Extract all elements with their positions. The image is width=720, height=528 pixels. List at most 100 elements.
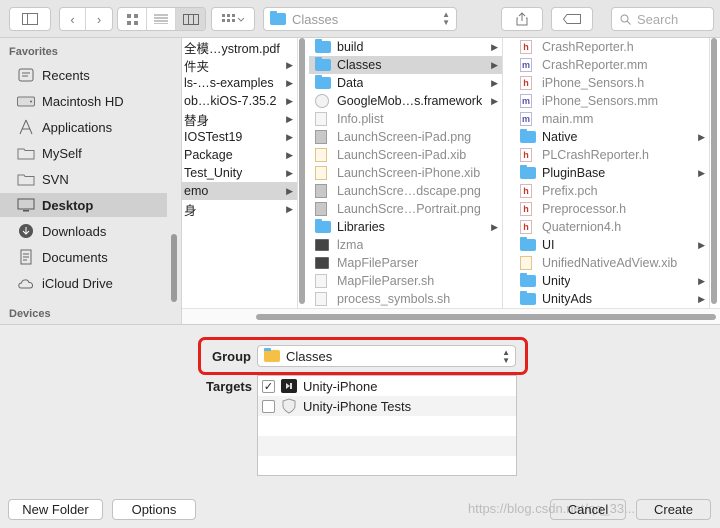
sidebar-item-desktop[interactable]: Desktop	[0, 193, 167, 217]
target-name: Unity-iPhone Tests	[303, 398, 412, 414]
item-name: iPhone_Sensors.h	[542, 76, 645, 90]
list-item[interactable]: h Quaternion4.h	[514, 218, 709, 236]
list-item[interactable]: h PLCrashReporter.h	[514, 146, 709, 164]
target-name: Unity-iPhone	[303, 378, 378, 394]
path-popup[interactable]: Classes ▲ ▼	[263, 7, 457, 31]
list-item[interactable]: Info.plist	[309, 110, 502, 128]
forward-button[interactable]: ›	[86, 8, 112, 30]
list-item[interactable]: Unity ▶	[514, 272, 709, 290]
back-button[interactable]: ‹	[60, 8, 86, 30]
target-row-unity-iphone[interactable]: ✓ Unity-iPhone	[258, 376, 516, 396]
list-item[interactable]: Classes ▶	[309, 56, 502, 74]
list-item[interactable]: Native ▶	[514, 128, 709, 146]
list-item[interactable]: h iPhone_Sensors.h	[514, 74, 709, 92]
sidebar-item-recents[interactable]: Recents	[0, 63, 167, 87]
sidebar-item-applications[interactable]: Applications	[0, 115, 167, 139]
target-empty-row	[258, 416, 516, 436]
horizontal-scrollbar[interactable]	[256, 314, 716, 320]
list-item[interactable]: emo ▶	[182, 182, 297, 200]
options-button[interactable]: Options	[112, 499, 196, 520]
test-target-icon	[281, 398, 297, 414]
list-item[interactable]: 全模…ystrom.pdf	[182, 38, 297, 56]
list-item[interactable]: m iPhone_Sensors.mm	[514, 92, 709, 110]
sidebar-item-macintosh-hd[interactable]: Macintosh HD	[0, 89, 167, 113]
create-button[interactable]: Create	[636, 499, 711, 520]
list-item[interactable]: LaunchScre…dscape.png	[309, 182, 502, 200]
sidebar-item-icloud-drive[interactable]: iCloud Drive	[0, 271, 167, 295]
list-item[interactable]: h Preprocessor.h	[514, 200, 709, 218]
list-item[interactable]: IOSTest19 ▶	[182, 128, 297, 146]
disclosure-arrow-icon: ▶	[286, 185, 293, 196]
list-item[interactable]: UnifiedNativeAdView.xib	[514, 254, 709, 272]
item-name: CrashReporter.mm	[542, 58, 648, 72]
sidebar-scrollbar[interactable]	[171, 234, 177, 302]
sidebar-item-downloads[interactable]: Downloads	[0, 219, 167, 243]
list-item[interactable]: process_symbols.sh	[309, 290, 502, 308]
folder-icon	[520, 291, 536, 306]
share-button[interactable]	[501, 7, 543, 31]
list-item[interactable]: ls-…s-examples ▶	[182, 74, 297, 92]
list-item[interactable]: LaunchScreen-iPad.png	[309, 128, 502, 146]
item-name: 身	[184, 203, 197, 218]
sidebar-item-myself[interactable]: MySelf	[0, 141, 167, 165]
item-name: MapFileParser.sh	[337, 274, 435, 288]
list-item[interactable]: PluginBase ▶	[514, 164, 709, 182]
chevron-left-icon: ‹	[70, 11, 75, 27]
list-item[interactable]: 身 ▶	[182, 200, 297, 218]
list-item[interactable]: LaunchScre…Portrait.png	[309, 200, 502, 218]
target-checkbox-unity-iphone-tests[interactable]	[262, 399, 275, 413]
list-view-button[interactable]	[147, 8, 176, 30]
list-item[interactable]: 替身 ▶	[182, 110, 297, 128]
item-name: Unity	[542, 274, 571, 288]
group-popup[interactable]: Classes ▲ ▼	[257, 345, 516, 367]
list-item[interactable]: MapFileParser	[309, 254, 502, 272]
list-item[interactable]: h CrashReporter.h	[514, 38, 709, 56]
target-checkbox-unity-iphone[interactable]: ✓	[262, 379, 275, 393]
document-icon	[315, 112, 331, 126]
sidebar-icon	[22, 13, 38, 25]
path-popup-label: Classes	[292, 11, 339, 27]
list-item[interactable]: Package ▶	[182, 146, 297, 164]
search-field[interactable]: Search	[611, 7, 714, 31]
target-row-unity-iphone-tests[interactable]: Unity-iPhone Tests	[258, 396, 516, 416]
arrange-button[interactable]	[211, 7, 255, 31]
tags-button[interactable]	[551, 7, 593, 31]
xib-file-icon	[315, 148, 331, 162]
list-item[interactable]: h Prefix.pch	[514, 182, 709, 200]
list-item[interactable]: Libraries ▶	[309, 218, 502, 236]
list-item[interactable]: 件夹 ▶	[182, 56, 297, 74]
chevron-right-icon: ›	[96, 11, 102, 27]
drive-icon	[16, 93, 36, 109]
new-folder-button[interactable]: New Folder	[8, 499, 103, 520]
sidebar-item-label: Documents	[42, 249, 108, 265]
list-item[interactable]: LaunchScreen-iPad.xib	[309, 146, 502, 164]
cancel-button[interactable]: Cancel	[550, 499, 626, 520]
folder-icon	[315, 57, 331, 72]
list-item[interactable]: Test_Unity ▶	[182, 164, 297, 182]
list-item[interactable]: Data ▶	[309, 74, 502, 92]
target-empty-row	[258, 456, 516, 476]
sidebar-item-documents[interactable]: Documents	[0, 245, 167, 269]
grid-icon	[126, 13, 138, 25]
item-name: process_symbols.sh	[337, 292, 451, 306]
disclosure-arrow-icon: ▶	[286, 77, 293, 88]
list-item[interactable]: build ▶	[309, 38, 502, 56]
list-item[interactable]: ob…kiOS-7.35.2 ▶	[182, 92, 297, 110]
devices-heading: Devices	[9, 308, 51, 320]
column-parent-scrollbar[interactable]	[299, 38, 305, 304]
list-item[interactable]: UnityAds ▶	[514, 290, 709, 308]
list-item[interactable]: m CrashReporter.mm	[514, 56, 709, 74]
document-icon	[315, 274, 331, 288]
column-classes-scrollbar[interactable]	[711, 38, 717, 304]
list-item[interactable]: UI ▶	[514, 236, 709, 254]
list-item[interactable]: MapFileParser.sh	[309, 272, 502, 290]
icon-view-button[interactable]	[118, 8, 147, 30]
list-item[interactable]: LaunchScreen-iPhone.xib	[309, 164, 502, 182]
list-item[interactable]: GoogleMob…s.framework ▶	[309, 92, 502, 110]
column-view-button[interactable]	[176, 8, 205, 30]
list-item[interactable]: m main.mm	[514, 110, 709, 128]
toggle-sidebar-button[interactable]	[9, 7, 51, 31]
image-file-icon	[315, 184, 331, 198]
list-item[interactable]: lzma	[309, 236, 502, 254]
sidebar-item-svn[interactable]: SVN	[0, 167, 167, 191]
